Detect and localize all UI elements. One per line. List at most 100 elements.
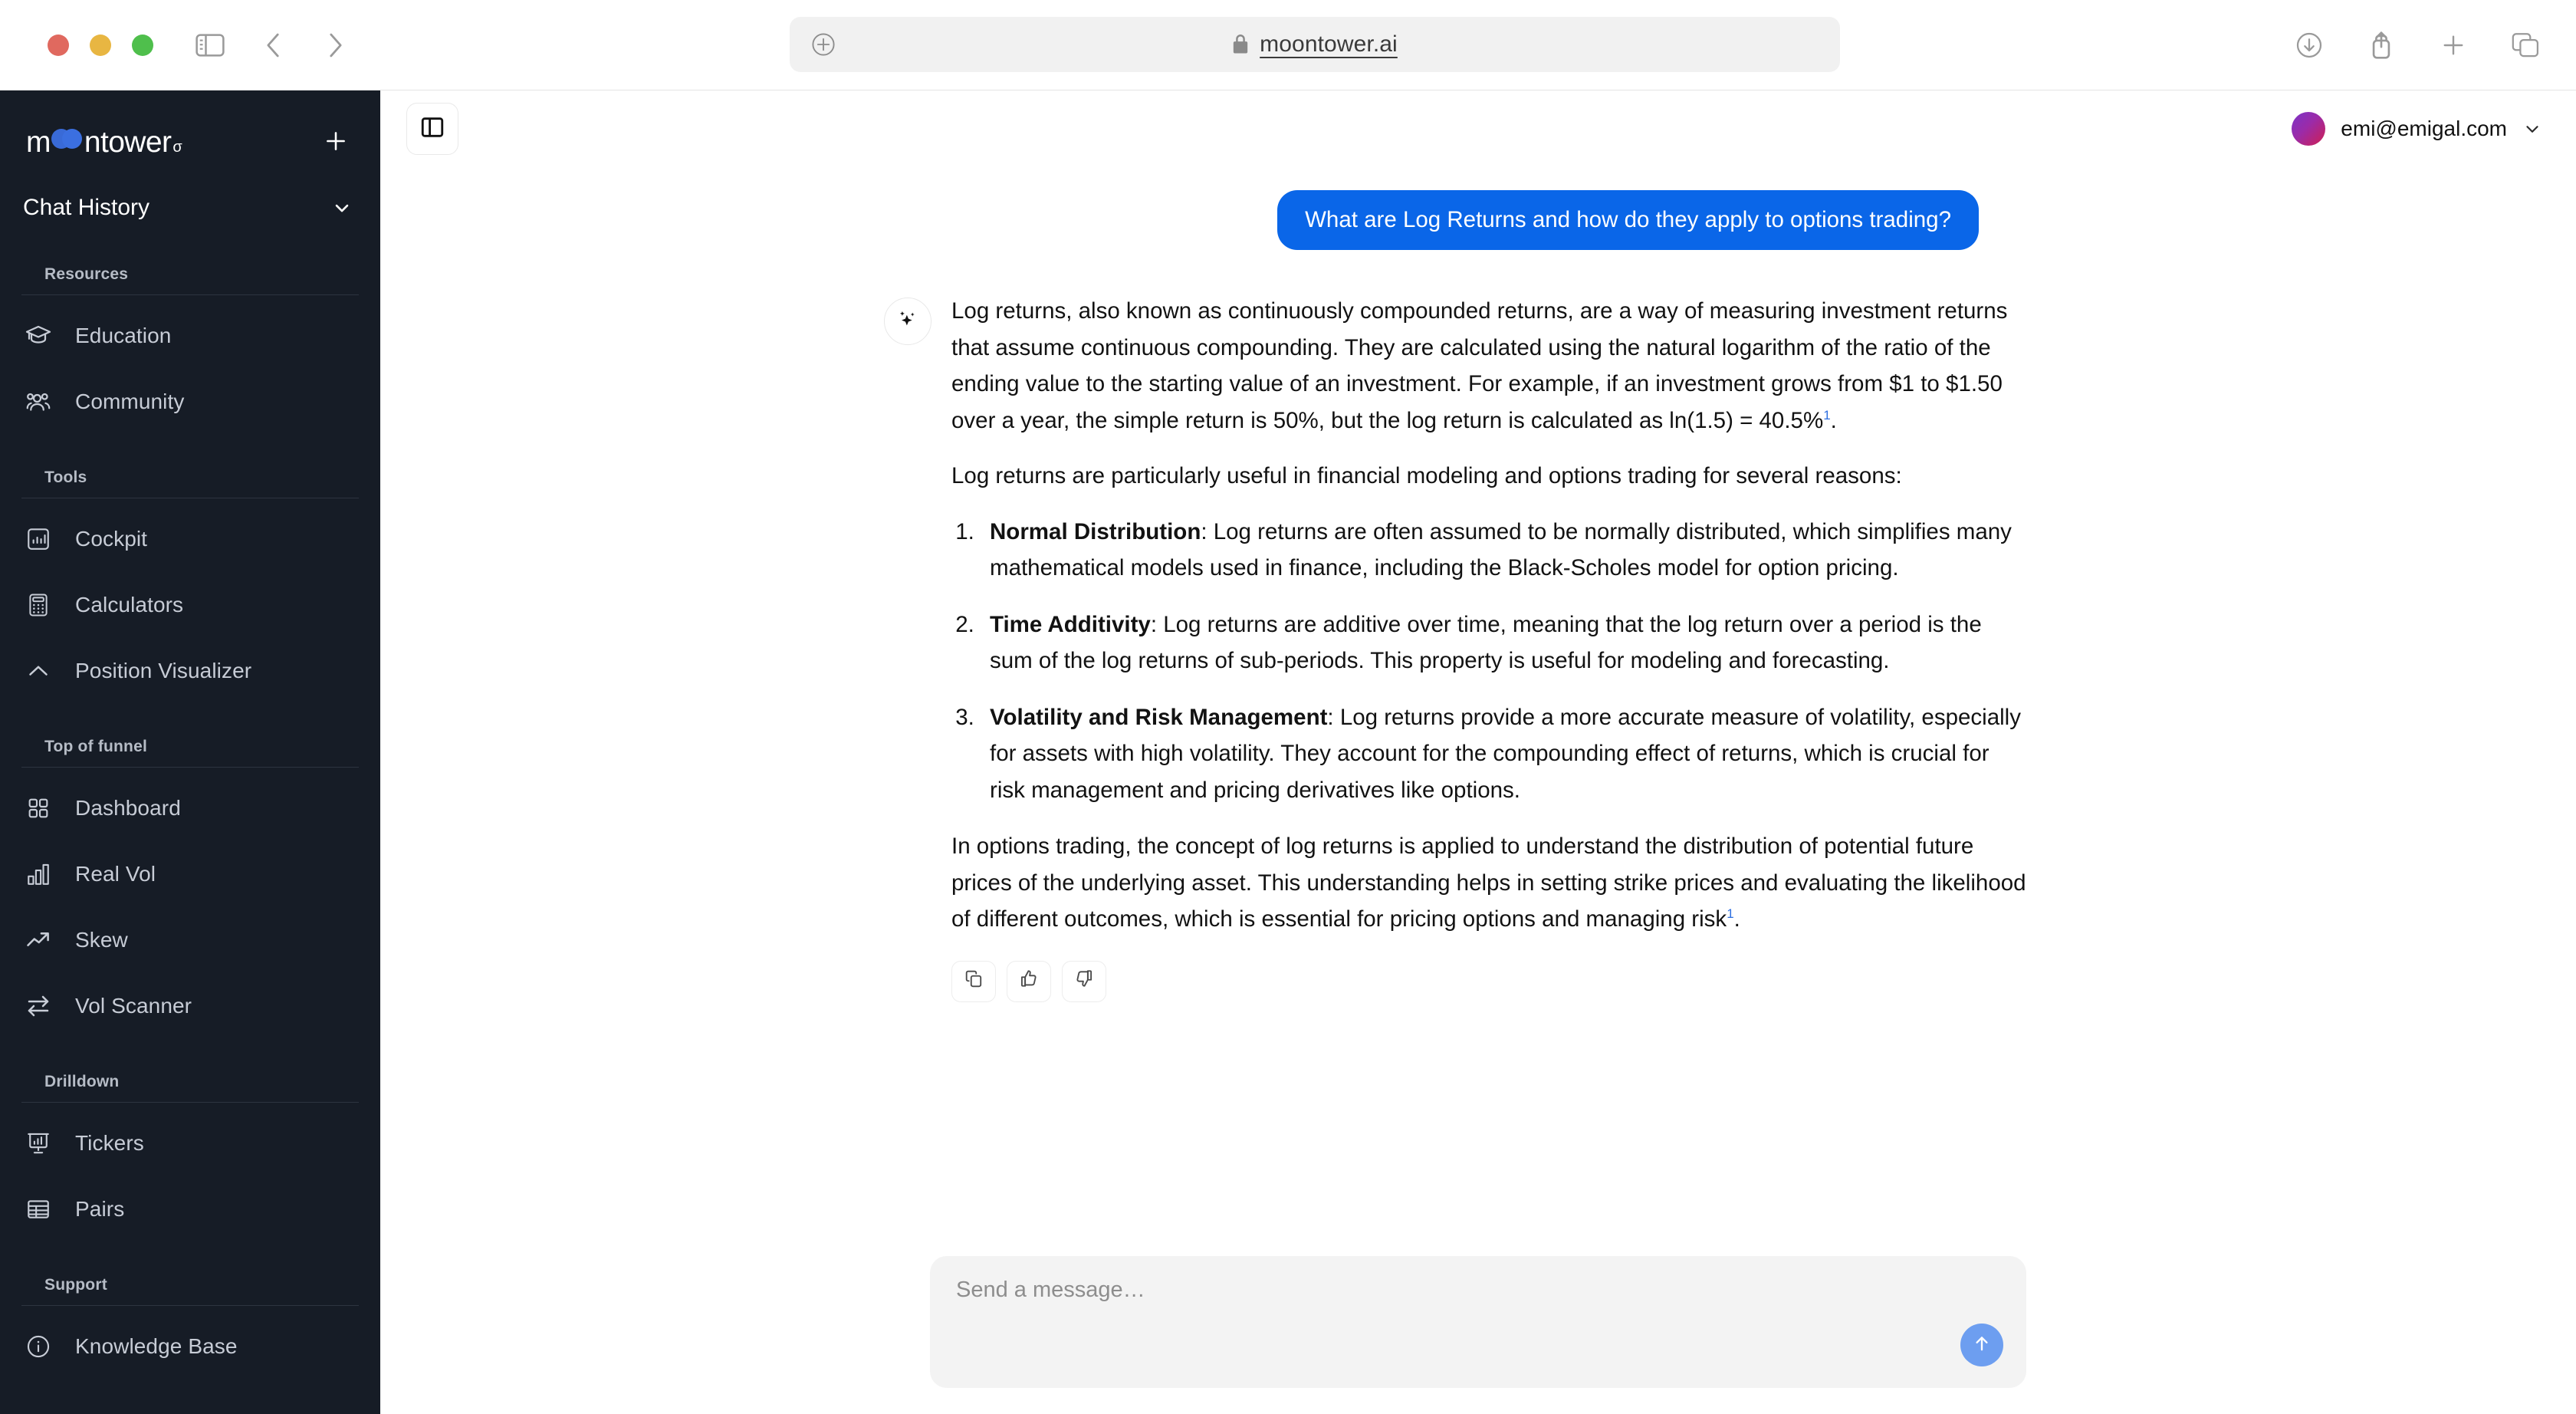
paragraph-text: In options trading, the concept of log r…	[951, 834, 2026, 932]
sidebar-section-title: Top of funnel	[21, 738, 359, 768]
download-icon	[2295, 31, 2323, 59]
sidebar-item-vol-scanner[interactable]: Vol Scanner	[0, 973, 380, 1039]
browser-chrome: moontower.ai	[0, 0, 2576, 90]
bar-chart-box-icon	[23, 524, 54, 554]
sidebar-item-pairs[interactable]: Pairs	[0, 1176, 380, 1242]
sidebar-section-drilldown: Drilldown Tickers Pairs	[0, 1073, 380, 1242]
sidebar-item-label: Cockpit	[75, 527, 148, 551]
new-tab-button[interactable]	[2429, 21, 2478, 70]
user-message-row: What are Log Returns and how do they app…	[930, 190, 2026, 251]
plus-circle-icon[interactable]	[811, 32, 836, 57]
sidebar-section-title: Resources	[21, 265, 359, 295]
sidebar-item-dashboard[interactable]: Dashboard	[0, 775, 380, 841]
share-icon	[2368, 31, 2394, 60]
list-item-term: Normal Distribution	[990, 518, 1201, 544]
sidebar-section-title: Tools	[21, 469, 359, 498]
list-item-term: Volatility and Risk Management	[990, 704, 1328, 730]
arrow-up-icon	[1971, 1333, 1993, 1358]
sidebar-item-knowledge-base[interactable]: Knowledge Base	[0, 1314, 380, 1379]
copy-icon	[964, 963, 984, 1000]
chat-history-toggle[interactable]: Chat History	[0, 184, 380, 232]
assistant-paragraph-2: Log returns are particularly useful in f…	[951, 463, 1902, 489]
composer-area: Send a message…	[380, 1225, 2576, 1414]
lock-icon	[1232, 35, 1249, 54]
sidebar-item-tickers[interactable]: Tickers	[0, 1110, 380, 1176]
sidebar-item-label: Dashboard	[75, 796, 181, 820]
graduation-cap-icon	[23, 321, 54, 351]
assistant-paragraph-3: In options trading, the concept of log r…	[951, 828, 2026, 938]
copy-message-button[interactable]	[951, 960, 996, 1002]
chevron-right-icon	[324, 32, 347, 58]
tabs-icon	[2512, 32, 2539, 58]
chat-scroll-area[interactable]: What are Log Returns and how do they app…	[380, 167, 2576, 1225]
sidebar-toggle-button[interactable]	[186, 21, 235, 70]
trending-up-icon	[23, 925, 54, 955]
user-message-bubble: What are Log Returns and how do they app…	[1277, 190, 1979, 251]
sidebar-icon	[196, 33, 225, 57]
send-message-button[interactable]	[1960, 1324, 2003, 1366]
sidebar-item-skew[interactable]: Skew	[0, 907, 380, 973]
bar-chart-icon	[23, 859, 54, 890]
sidebar-item-education[interactable]: Education	[0, 303, 380, 369]
share-button[interactable]	[2357, 21, 2406, 70]
info-circle-icon	[23, 1331, 54, 1362]
sidebar-section-support: Support Knowledge Base	[0, 1276, 380, 1379]
sidebar-item-community[interactable]: Community	[0, 369, 380, 435]
minimize-window-button[interactable]	[90, 34, 111, 56]
sidebar-item-label: Position Visualizer	[75, 659, 252, 682]
sidebar-item-real-vol[interactable]: Real Vol	[0, 841, 380, 907]
downloads-button[interactable]	[2285, 21, 2334, 70]
panel-left-icon	[419, 114, 445, 144]
sidebar-item-label: Tickers	[75, 1131, 144, 1155]
logo-text-before: m	[26, 126, 51, 159]
sidebar-item-calculators[interactable]: Calculators	[0, 572, 380, 638]
back-button[interactable]	[248, 21, 297, 70]
citation-marker[interactable]: 1	[1823, 408, 1830, 423]
paragraph-tail: .	[1733, 906, 1740, 932]
sidebar-item-label: Community	[75, 390, 185, 413]
message-input-placeholder[interactable]: Send a message…	[956, 1278, 2000, 1303]
chat-history-label: Chat History	[23, 195, 150, 220]
sidebar-item-label: Skew	[75, 928, 128, 952]
address-bar[interactable]: moontower.ai	[790, 17, 1840, 72]
paragraph-text: Log returns, also known as continuously …	[951, 298, 2008, 433]
thumbs-up-button[interactable]	[1007, 960, 1051, 1002]
table-icon	[23, 1194, 54, 1225]
chevron-down-icon	[2522, 119, 2542, 139]
exchange-arrows-icon	[23, 991, 54, 1021]
sidebar-section-resources: Resources Education Community	[0, 265, 380, 435]
main-content: emi@emigal.com What are Log Returns and …	[380, 90, 2576, 1414]
sidebar-item-cockpit[interactable]: Cockpit	[0, 506, 380, 572]
app-header: emi@emigal.com	[380, 90, 2576, 167]
browser-toolbar-right	[2285, 0, 2550, 90]
calculator-icon	[23, 590, 54, 620]
thumbs-down-button[interactable]	[1062, 960, 1106, 1002]
presentation-chart-icon	[23, 1128, 54, 1159]
close-window-button[interactable]	[48, 34, 69, 56]
sidebar-item-label: Education	[75, 324, 172, 347]
sidebar-item-position-visualizer[interactable]: Position Visualizer	[0, 638, 380, 704]
tab-overview-button[interactable]	[2501, 21, 2550, 70]
logo-moon-circles-icon	[51, 129, 84, 152]
sidebar-section-tools: Tools Cockpit Calculators Position Visua…	[0, 469, 380, 704]
new-chat-button[interactable]	[317, 124, 354, 161]
browser-nav-group	[186, 21, 360, 70]
sidebar-section-title: Drilldown	[21, 1073, 359, 1103]
grid-icon	[23, 793, 54, 824]
maximize-window-button[interactable]	[132, 34, 153, 56]
chat-thread: What are Log Returns and how do they app…	[884, 167, 2026, 1002]
plus-icon	[323, 128, 349, 158]
assistant-message-body: Log returns, also known as continuously …	[951, 293, 2026, 1002]
app-root: m ntower σ Chat History Resources Educat…	[0, 90, 2576, 1414]
chevron-down-icon	[331, 197, 353, 219]
citation-marker[interactable]: 1	[1727, 907, 1733, 922]
panel-toggle-button[interactable]	[406, 103, 458, 155]
address-bar-content: moontower.ai	[790, 31, 1840, 58]
user-menu-button[interactable]: emi@emigal.com	[2287, 107, 2547, 150]
forward-button[interactable]	[311, 21, 360, 70]
moontower-logo[interactable]: m ntower σ	[26, 126, 182, 159]
sidebar-item-label: Knowledge Base	[75, 1334, 238, 1358]
sidebar-item-label: Real Vol	[75, 862, 156, 886]
list-item: Volatility and Risk Management: Log retu…	[981, 699, 2026, 809]
message-composer[interactable]: Send a message…	[930, 1256, 2026, 1388]
